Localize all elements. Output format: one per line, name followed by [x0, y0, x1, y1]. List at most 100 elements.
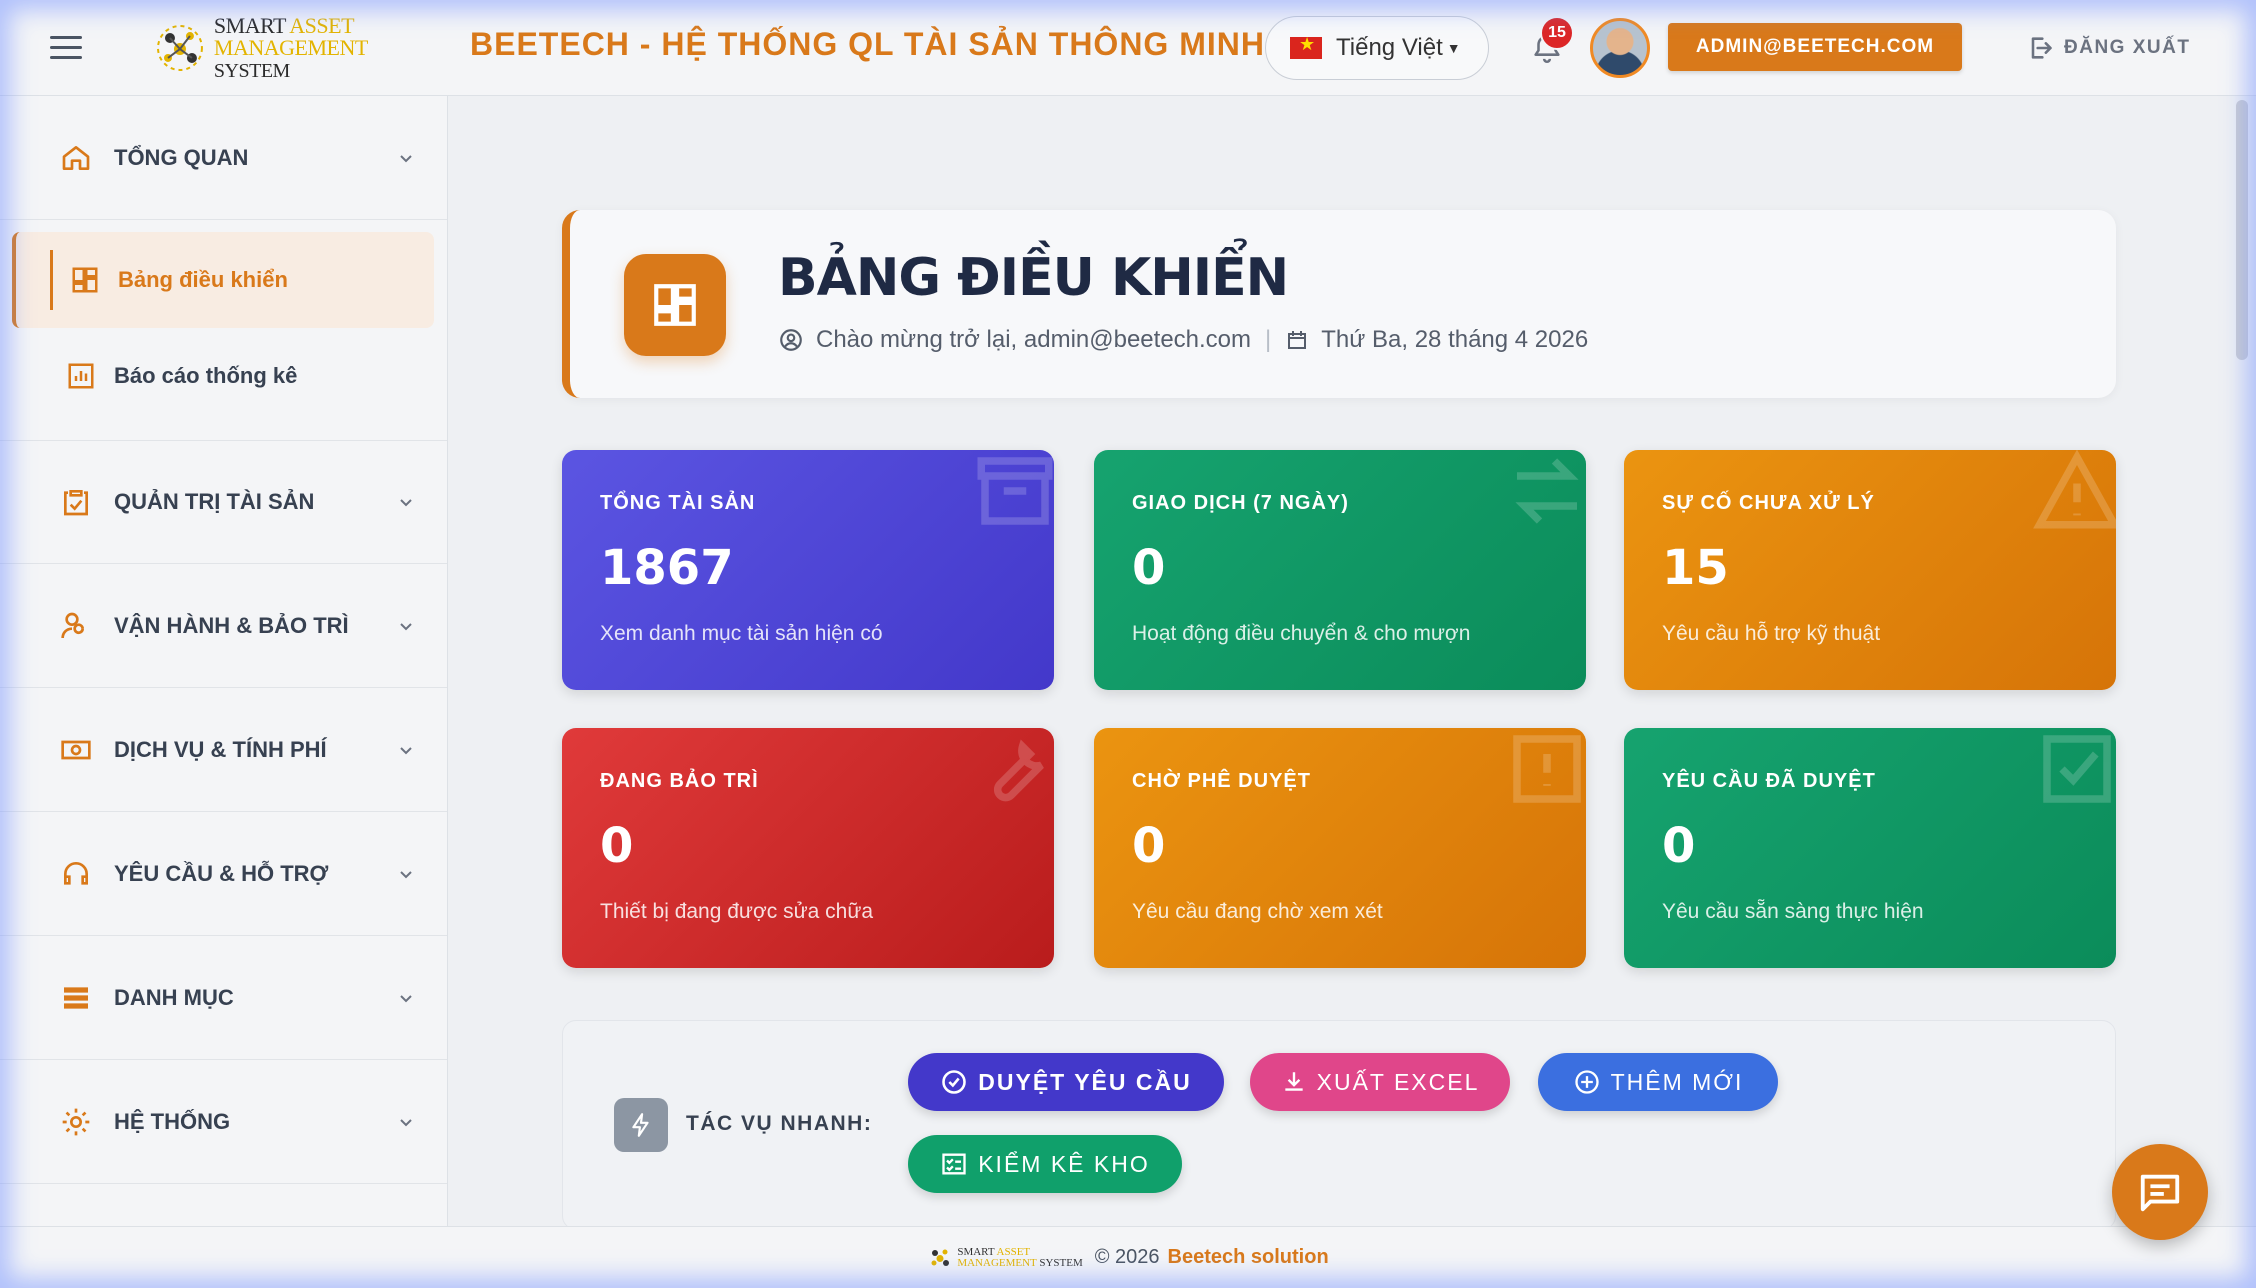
- stat-card-transactions[interactable]: GIAO DỊCH (7 NGÀY) 0 Hoạt động điều chuy…: [1094, 450, 1586, 690]
- logout-label: ĐĂNG XUẤT: [2064, 37, 2191, 58]
- stat-value: 1867: [600, 540, 734, 596]
- stat-description: Yêu cầu sẵn sàng thực hiện: [1662, 900, 1924, 923]
- sidebar-group-catalog[interactable]: DANH MỤC: [0, 936, 447, 1060]
- button-label: DUYỆT YÊU CẦU: [978, 1068, 1192, 1095]
- chevron-down-icon: [400, 622, 412, 630]
- notification-badge[interactable]: 15: [1540, 16, 1574, 50]
- welcome-line: Chào mừng trở lại, admin@beetech.com | T…: [778, 326, 1588, 354]
- stat-description: Xem danh mục tài sản hiện có: [600, 622, 883, 645]
- vietnam-flag-icon: [1290, 34, 1322, 59]
- sidebar-group-label: HỆ THỐNG: [114, 1108, 231, 1134]
- sidebar-group-label: DANH MỤC: [114, 984, 234, 1010]
- chevron-down-icon: [400, 746, 412, 754]
- stat-label: TỔNG TÀI SẢN: [600, 492, 756, 514]
- app-logo[interactable]: SMART ASSET MANAGEMENT SYSTEM: [154, 14, 448, 82]
- button-label: THÊM MỚI: [1610, 1068, 1744, 1095]
- warning-icon: [2033, 450, 2116, 529]
- dashboard-icon: [654, 284, 696, 326]
- chat-button[interactable]: [2112, 1144, 2208, 1240]
- add-new-button[interactable]: THÊM MỚI: [1538, 1053, 1778, 1111]
- plus-circle-icon: [1574, 1070, 1599, 1094]
- stat-card-pending-approval[interactable]: CHỜ PHÊ DUYỆT 0 Yêu cầu đang chờ xem xét: [1094, 728, 1586, 968]
- sidebar-group-system[interactable]: HỆ THỐNG: [0, 1060, 447, 1184]
- chevron-down-icon: [400, 154, 412, 162]
- logout-icon: [2031, 37, 2052, 59]
- stat-card-approved-requests[interactable]: YÊU CẦU ĐÃ DUYỆT 0 Yêu cầu sẵn sàng thực…: [1624, 728, 2116, 968]
- user-avatar[interactable]: [1590, 18, 1650, 78]
- sidebar: TỔNG QUAN Bảng điều khiển Báo cáo thống …: [0, 96, 448, 1226]
- stat-description: Yêu cầu đang chờ xem xét: [1132, 900, 1383, 923]
- dashboard-icon: [72, 267, 98, 293]
- chevron-down-icon: [400, 499, 412, 507]
- stat-description: Yêu cầu hỗ trợ kỹ thuật: [1662, 622, 1881, 645]
- calendar-icon: [1288, 331, 1307, 349]
- logo-circuit-icon: [931, 1249, 950, 1266]
- check-icon: [2043, 735, 2111, 803]
- stat-card-maintenance[interactable]: ĐANG BẢO TRÌ 0 Thiết bị đang được sửa ch…: [562, 728, 1054, 968]
- stat-label: GIAO DỊCH (7 NGÀY): [1132, 492, 1349, 514]
- sidebar-group-label: YÊU CẦU & HỖ TRỢ: [114, 860, 329, 886]
- stat-card-total-assets[interactable]: TỔNG TÀI SẢN 1867 Xem danh mục tài sản h…: [562, 450, 1054, 690]
- checklist-icon: [942, 1153, 966, 1175]
- logo-circuit-icon: [156, 25, 203, 71]
- alert-icon: [1513, 735, 1581, 803]
- chevron-down-icon: [400, 1118, 412, 1126]
- sidebar-item-label: Bảng điều khiển: [118, 267, 288, 292]
- active-indicator: [50, 250, 53, 310]
- check-circle-icon: [942, 1070, 967, 1094]
- sidebar-group-overview[interactable]: TỔNG QUAN: [0, 96, 447, 220]
- stat-description: Hoạt động điều chuyển & cho mượn: [1132, 622, 1471, 645]
- stat-value: 0: [1132, 818, 1166, 874]
- footer: SMART ASSET MANAGEMENT SYSTEM © 2026 Bee…: [0, 1226, 2256, 1288]
- sidebar-group-label: TỔNG QUAN: [114, 144, 249, 170]
- export-excel-button[interactable]: XUẤT EXCEL: [1250, 1053, 1510, 1111]
- divider: |: [1265, 326, 1272, 353]
- inventory-check-button[interactable]: KIỂM KÊ KHO: [908, 1135, 1182, 1193]
- exchange-icon: [1515, 458, 1579, 524]
- chat-icon: [2140, 1174, 2180, 1212]
- home-icon: [62, 145, 90, 170]
- money-icon: [61, 740, 91, 759]
- caret-down-icon: ▼: [1446, 40, 1461, 56]
- sidebar-item-dashboard[interactable]: Bảng điều khiển: [12, 232, 434, 328]
- user-account-button[interactable]: ADMIN@BEETECH.COM: [1668, 23, 1962, 71]
- clipboard-check-icon: [64, 490, 88, 516]
- stat-card-incidents[interactable]: SỰ CỐ CHƯA XỬ LÝ 15 Yêu cầu hỗ trợ kỹ th…: [1624, 450, 2116, 690]
- gear-icon: [62, 1108, 90, 1135]
- sidebar-group-label: QUẢN TRỊ TÀI SẢN: [114, 489, 315, 514]
- wrench-icon: [993, 739, 1044, 802]
- approve-requests-button[interactable]: DUYỆT YÊU CẦU: [908, 1053, 1224, 1111]
- sidebar-group-operations[interactable]: VẬN HÀNH & BẢO TRÌ: [0, 564, 447, 688]
- page-title: BẢNG ĐIỀU KHIỂN: [778, 248, 1289, 308]
- stat-value: 15: [1662, 540, 1729, 596]
- quick-actions-label: TÁC VỤ NHANH:: [686, 1112, 873, 1135]
- stat-label: ĐANG BẢO TRÌ: [600, 770, 759, 792]
- headset-icon: [64, 861, 88, 885]
- language-selector[interactable]: Tiếng Việt ▼: [1265, 16, 1489, 80]
- button-label: XUẤT EXCEL: [1316, 1068, 1480, 1095]
- logo-system: SYSTEM: [213, 59, 290, 82]
- logo-management: MANAGEMENT: [213, 34, 368, 60]
- download-icon: [1284, 1072, 1303, 1091]
- sidebar-group-label: DỊCH VỤ & TÍNH PHÍ: [114, 736, 327, 762]
- chevron-down-icon: [400, 870, 412, 878]
- user-circle-icon: [780, 329, 802, 351]
- sidebar-group-requests[interactable]: YÊU CẦU & HỖ TRỢ: [0, 812, 447, 936]
- stat-value: 0: [600, 818, 634, 874]
- sidebar-group-label: VẬN HÀNH & BẢO TRÌ: [114, 612, 349, 638]
- sidebar-item-reports[interactable]: Báo cáo thống kê: [12, 328, 434, 424]
- vertical-scrollbar[interactable]: [2236, 100, 2248, 360]
- button-label: KIỂM KÊ KHO: [978, 1150, 1150, 1177]
- footer-logo-management: MANAGEMENT: [957, 1256, 1037, 1269]
- footer-logo-system: SYSTEM: [1039, 1256, 1083, 1269]
- lightning-icon: [614, 1098, 668, 1152]
- stat-value: 0: [1662, 818, 1696, 874]
- logout-button[interactable]: ĐĂNG XUẤT: [2026, 30, 2190, 66]
- stat-description: Thiết bị đang được sửa chữa: [600, 900, 874, 923]
- current-date: Thứ Ba, 28 tháng 4 2026: [1321, 326, 1589, 353]
- sidebar-group-services[interactable]: DỊCH VỤ & TÍNH PHÍ: [0, 688, 447, 812]
- footer-company[interactable]: Beetech solution: [1168, 1246, 1329, 1269]
- sidebar-group-asset-admin[interactable]: QUẢN TRỊ TÀI SẢN: [0, 440, 447, 564]
- hamburger-menu-icon[interactable]: [50, 36, 82, 60]
- app-title: BEETECH - HỆ THỐNG QL TÀI SẢN THÔNG MINH: [470, 26, 1265, 62]
